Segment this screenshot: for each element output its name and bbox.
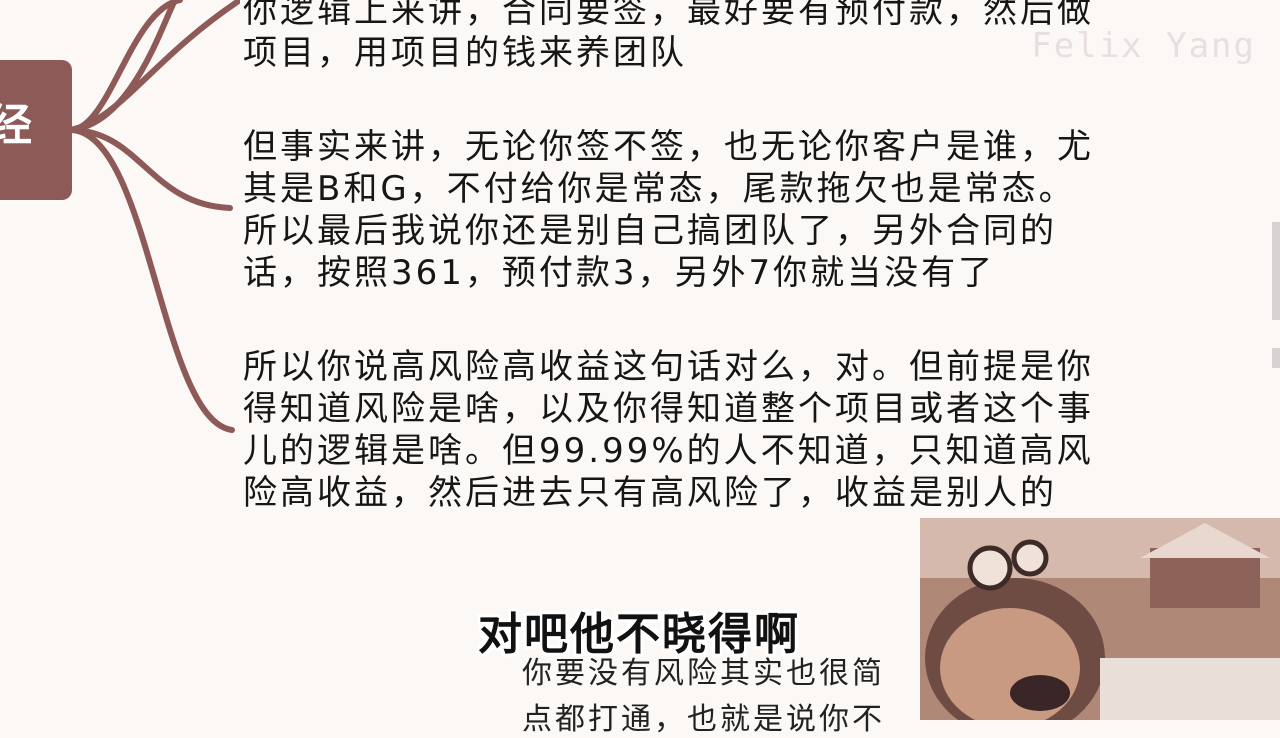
paragraph-3: 所以你说高风险高收益这句话对么，对。但前提是你 得知道风险是啥，以及你得知道整个…: [243, 347, 1094, 513]
webcam-overlay: [920, 518, 1280, 720]
partial-line-2: 点都打通，也就是说你不: [522, 702, 885, 737]
webcam-avatar-image: [920, 518, 1280, 720]
scroll-indicator-secondary: [1272, 348, 1280, 368]
scroll-indicator[interactable]: [1272, 222, 1280, 320]
mindmap-node-label: 经: [0, 100, 32, 151]
paragraph-1: 你逻辑上来讲，合同要签，最好要有预付款，然后做 项目，用项目的钱来养团队: [243, 0, 1094, 73]
paragraph-2: 但事实来讲，无论你签不签，也无论你客户是谁，尤 其是B和G，不付给你是常态，尾款…: [243, 127, 1094, 293]
video-subtitle: 对吧他不晓得啊: [478, 609, 800, 660]
mindmap-branches: 经: [0, 0, 243, 720]
